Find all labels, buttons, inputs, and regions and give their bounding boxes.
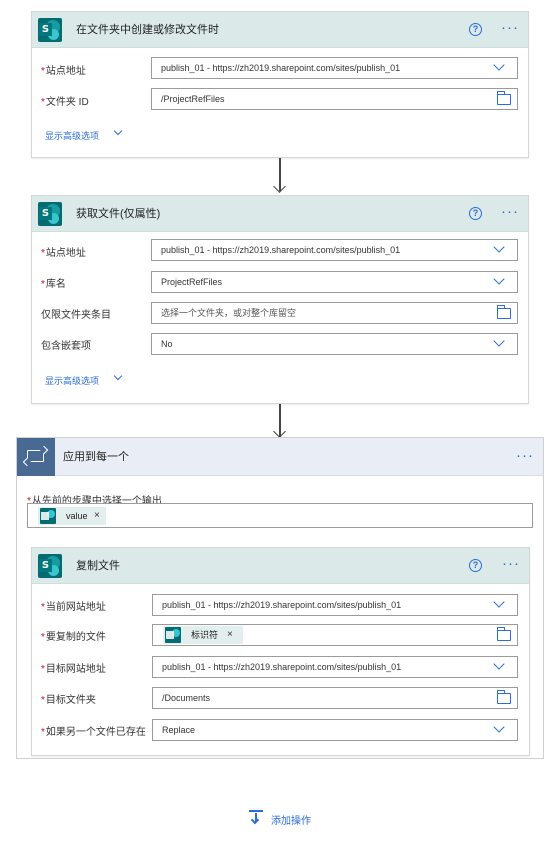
get-files-card-title: 获取文件(仅属性) bbox=[76, 208, 161, 220]
copy-file-card-header[interactable]: S 复制文件 ? ··· bbox=[32, 548, 529, 584]
chevron-down-icon bbox=[113, 371, 123, 381]
site-address-dropdown[interactable]: publish_01 - https://zh2019.sharepoint.c… bbox=[151, 57, 518, 79]
copy-file-card: S 复制文件 ? ··· *当前网站地址 publish_01 - https:… bbox=[31, 547, 530, 756]
chevron-down-icon bbox=[113, 126, 123, 136]
folder-id-label: *文件夹 ID bbox=[41, 97, 89, 108]
chevron-down-icon bbox=[493, 273, 505, 285]
add-action-icon bbox=[249, 810, 263, 826]
library-name-label: *库名 bbox=[41, 279, 66, 290]
more-options-icon[interactable]: ··· bbox=[499, 20, 521, 36]
close-icon[interactable]: × bbox=[94, 507, 100, 525]
site-address-label: *站点地址 bbox=[41, 66, 86, 77]
chevron-down-icon bbox=[493, 658, 505, 670]
destination-folder-value: /Documents bbox=[162, 693, 211, 703]
folder-only-label: 仅限文件夹条目 bbox=[41, 310, 111, 321]
site-address-label: *站点地址 bbox=[41, 248, 86, 259]
more-options-icon[interactable]: ··· bbox=[514, 448, 536, 464]
folder-id-value: /ProjectRefFiles bbox=[161, 94, 225, 104]
destination-folder-label: *目标文件夹 bbox=[41, 695, 96, 706]
copy-file-card-title: 复制文件 bbox=[76, 560, 120, 572]
select-output-input[interactable]: value × bbox=[27, 503, 533, 528]
identifier-token[interactable]: 标识符 × bbox=[163, 626, 243, 644]
file-to-copy-input[interactable]: 标识符 × bbox=[152, 624, 518, 646]
chevron-down-icon bbox=[493, 721, 505, 733]
destination-site-label: *目标网站地址 bbox=[41, 664, 106, 675]
destination-site-dropdown[interactable]: publish_01 - https://zh2019.sharepoint.c… bbox=[152, 656, 518, 678]
sharepoint-icon: S bbox=[38, 202, 62, 226]
library-name-dropdown[interactable]: ProjectRefFiles bbox=[151, 271, 518, 293]
include-nested-value: No bbox=[161, 339, 173, 349]
more-options-icon[interactable]: ··· bbox=[500, 556, 522, 572]
chevron-down-icon bbox=[493, 241, 505, 253]
chevron-down-icon bbox=[493, 596, 505, 608]
current-site-value: publish_01 - https://zh2019.sharepoint.c… bbox=[162, 600, 402, 610]
value-token[interactable]: value × bbox=[38, 507, 106, 525]
folder-picker-icon[interactable] bbox=[497, 690, 511, 704]
include-nested-label: 包含嵌套项 bbox=[41, 341, 91, 352]
show-advanced-options-link[interactable]: 显示高级选项 bbox=[45, 374, 99, 387]
destination-site-value: publish_01 - https://zh2019.sharepoint.c… bbox=[162, 662, 402, 672]
if-file-exists-value: Replace bbox=[162, 725, 196, 735]
current-site-dropdown[interactable]: publish_01 - https://zh2019.sharepoint.c… bbox=[152, 594, 518, 616]
help-icon[interactable]: ? bbox=[469, 559, 482, 572]
get-files-card-header[interactable]: S 获取文件(仅属性) ? ··· bbox=[32, 196, 528, 232]
folder-only-placeholder: 选择一个文件夹，或对整个库留空 bbox=[161, 308, 297, 318]
token-label: value bbox=[66, 511, 88, 521]
trigger-card-title: 在文件夹中创建或修改文件时 bbox=[76, 24, 219, 36]
get-files-card: S 获取文件(仅属性) ? ··· *站点地址 publish_01 - htt… bbox=[31, 195, 529, 404]
site-address-value: publish_01 - https://zh2019.sharepoint.c… bbox=[161, 245, 401, 255]
destination-folder-input[interactable]: /Documents bbox=[152, 687, 518, 709]
help-icon[interactable]: ? bbox=[469, 23, 482, 36]
trigger-card: S 在文件夹中创建或修改文件时 ? ··· *站点地址 publish_01 -… bbox=[31, 11, 529, 158]
more-options-icon[interactable]: ··· bbox=[499, 204, 521, 220]
apply-to-each-title: 应用到每一个 bbox=[63, 451, 129, 463]
folder-only-input[interactable]: 选择一个文件夹，或对整个库留空 bbox=[151, 302, 518, 324]
if-file-exists-dropdown[interactable]: Replace bbox=[152, 719, 518, 741]
folder-picker-icon[interactable] bbox=[497, 305, 511, 319]
help-icon[interactable]: ? bbox=[469, 207, 482, 220]
folder-picker-icon[interactable] bbox=[497, 91, 511, 105]
site-address-value: publish_01 - https://zh2019.sharepoint.c… bbox=[161, 63, 401, 73]
add-action-button[interactable]: 添加操作 bbox=[249, 808, 319, 828]
apply-to-each-card: 应用到每一个 ··· *从先前的步骤中选择一个输出 value × S 复制文件… bbox=[16, 437, 544, 759]
include-nested-dropdown[interactable]: No bbox=[151, 333, 518, 355]
add-action-label: 添加操作 bbox=[271, 816, 311, 827]
arrow-down-icon bbox=[273, 425, 286, 438]
loop-icon bbox=[17, 438, 55, 476]
apply-to-each-header[interactable]: 应用到每一个 ··· bbox=[17, 438, 543, 476]
sharepoint-icon bbox=[165, 627, 181, 643]
trigger-card-header[interactable]: S 在文件夹中创建或修改文件时 ? ··· bbox=[32, 12, 528, 48]
token-label: 标识符 bbox=[191, 630, 219, 640]
sharepoint-icon: S bbox=[38, 554, 62, 578]
site-address-dropdown[interactable]: publish_01 - https://zh2019.sharepoint.c… bbox=[151, 239, 518, 261]
file-to-copy-label: *要复制的文件 bbox=[41, 632, 106, 643]
sharepoint-icon: S bbox=[38, 18, 62, 42]
folder-picker-icon[interactable] bbox=[497, 627, 511, 641]
library-name-value: ProjectRefFiles bbox=[161, 277, 223, 287]
show-advanced-options-link[interactable]: 显示高级选项 bbox=[45, 129, 99, 142]
if-file-exists-label: *如果另一个文件已存在 bbox=[41, 727, 146, 738]
close-icon[interactable]: × bbox=[227, 626, 233, 644]
current-site-label: *当前网站地址 bbox=[41, 602, 106, 613]
sharepoint-icon bbox=[40, 508, 56, 524]
chevron-down-icon bbox=[493, 59, 505, 71]
folder-id-input[interactable]: /ProjectRefFiles bbox=[151, 88, 518, 110]
arrow-down-icon bbox=[273, 180, 286, 193]
chevron-down-icon bbox=[493, 335, 505, 347]
